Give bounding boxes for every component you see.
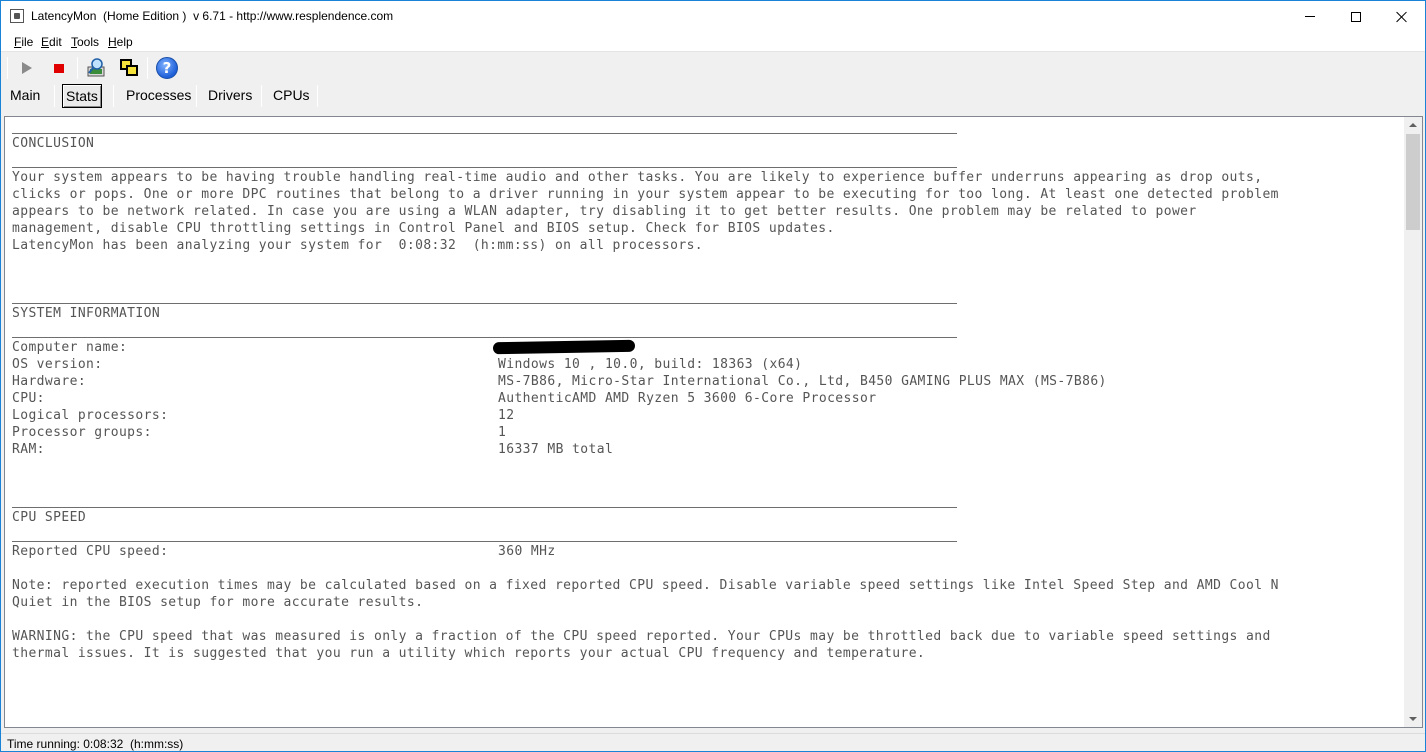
warning-line: WARNING: the CPU speed that was measured…: [12, 629, 1271, 644]
arrow-down-icon: [1409, 717, 1417, 721]
warning-line: thermal issues. It is suggested that you…: [12, 646, 926, 661]
tab-drivers[interactable]: Drivers: [205, 84, 255, 108]
cpu-speed-key: Reported CPU speed:: [12, 544, 169, 559]
toolbar-separator: [77, 57, 78, 79]
stop-icon: [54, 63, 64, 73]
conclusion-line: LatencyMon has been analyzing your syste…: [12, 238, 704, 253]
sysinfo-key: Hardware:: [12, 374, 87, 389]
divider: [12, 167, 957, 168]
cpu-speed-value: 360 MHz: [498, 544, 556, 559]
tab-stats[interactable]: Stats: [62, 84, 102, 108]
app-window: LatencyMon (Home Edition ) v 6.71 - http…: [0, 0, 1426, 752]
scrollbar-thumb[interactable]: [1406, 134, 1420, 230]
sysinfo-value: MS-7B86, Micro-Star International Co., L…: [498, 374, 1107, 389]
menu-help[interactable]: Help: [108, 35, 133, 49]
divider: [12, 133, 957, 134]
conclusion-line: management, disable CPU throttling setti…: [12, 221, 835, 236]
maximize-icon: [1351, 11, 1361, 22]
maximize-button[interactable]: [1333, 1, 1379, 32]
menu-tools[interactable]: Tools: [71, 35, 99, 49]
note-line: Note: reported execution times may be ca…: [12, 578, 1279, 593]
tab-separator: [113, 85, 114, 107]
menu-bar: File Edit Tools Help: [1, 32, 1425, 52]
tab-separator: [317, 85, 318, 107]
close-icon: [1396, 11, 1408, 23]
scroll-down-button[interactable]: [1404, 711, 1422, 727]
help-icon: ?: [156, 57, 178, 79]
app-icon[interactable]: [10, 9, 24, 23]
menu-file[interactable]: File: [14, 35, 33, 49]
tab-strip: Main Stats Processes Drivers CPUs: [1, 83, 1425, 109]
sysinfo-value: 16337 MB total: [498, 442, 614, 457]
toolbar-separator: [7, 57, 8, 79]
sysinfo-key: OS version:: [12, 357, 103, 372]
section-heading-cpu-speed: CPU SPEED: [12, 510, 87, 525]
conclusion-line: clicks or pops. One or more DPC routines…: [12, 187, 1279, 202]
menu-edit[interactable]: Edit: [41, 35, 62, 49]
play-icon: [22, 62, 32, 74]
sysinfo-key: Logical processors:: [12, 408, 169, 423]
sysinfo-key: RAM:: [12, 442, 45, 457]
note-line: Quiet in the BIOS setup for more accurat…: [12, 595, 424, 610]
sysinfo-value: AuthenticAMD AMD Ryzen 5 3600 6-Core Pro…: [498, 391, 877, 406]
tab-processes[interactable]: Processes: [123, 84, 194, 108]
status-time-running: Time running: 0:08:32 (h:mm:ss): [7, 737, 184, 751]
conclusion-line: Your system appears to be having trouble…: [12, 170, 1263, 185]
tab-main[interactable]: Main: [7, 84, 43, 108]
start-button[interactable]: [15, 56, 39, 80]
redaction-mark: [492, 339, 636, 355]
stats-report[interactable]: CONCLUSION Your system appears to be hav…: [4, 116, 1423, 728]
divider: [12, 507, 957, 508]
sysinfo-value: Windows 10 , 10.0, build: 18363 (x64): [498, 357, 803, 372]
divider: [12, 303, 957, 304]
status-bar: Time running: 0:08:32 (h:mm:ss): [1, 733, 1425, 751]
menu-tools-label: ools: [77, 35, 100, 49]
tab-separator: [196, 85, 197, 107]
minimize-icon: [1305, 16, 1315, 17]
title-bar[interactable]: LatencyMon (Home Edition ) v 6.71 - http…: [1, 1, 1425, 32]
menu-file-label: ile: [21, 35, 34, 49]
analyze-drivers-button[interactable]: [85, 56, 109, 80]
arrow-up-icon: [1409, 123, 1417, 127]
magnifier-icon: [87, 58, 105, 77]
sysinfo-key: Computer name:: [12, 340, 128, 355]
scroll-up-button[interactable]: [1404, 117, 1422, 133]
menu-help-mnemonic: H: [108, 35, 117, 49]
toolbar: ?: [1, 53, 1425, 83]
menu-help-label: elp: [116, 35, 133, 49]
window-title: LatencyMon (Home Edition ) v 6.71 - http…: [31, 9, 394, 23]
close-button[interactable]: [1379, 1, 1425, 32]
section-heading-conclusion: CONCLUSION: [12, 136, 95, 151]
menu-edit-label: dit: [49, 35, 62, 49]
tab-separator: [261, 85, 262, 107]
stop-button[interactable]: [47, 56, 71, 80]
toolbar-separator: [147, 57, 148, 79]
sysinfo-key: Processor groups:: [12, 425, 152, 440]
divider: [12, 337, 957, 338]
menu-edit-mnemonic: E: [41, 35, 50, 49]
divider: [12, 541, 957, 542]
conclusion-line: appears to be network related. In case y…: [12, 204, 1197, 219]
vertical-scrollbar[interactable]: [1404, 117, 1422, 727]
section-heading-system-information: SYSTEM INFORMATION: [12, 306, 161, 321]
sysinfo-key: CPU:: [12, 391, 45, 406]
sysinfo-value: 1: [498, 425, 507, 440]
windows-icon: [120, 59, 138, 76]
tab-separator: [54, 85, 55, 107]
windows-button[interactable]: [117, 56, 141, 80]
help-button[interactable]: ?: [155, 56, 179, 80]
sysinfo-value: 12: [498, 408, 515, 423]
tab-cpus[interactable]: CPUs: [270, 84, 313, 108]
minimize-button[interactable]: [1287, 1, 1333, 32]
